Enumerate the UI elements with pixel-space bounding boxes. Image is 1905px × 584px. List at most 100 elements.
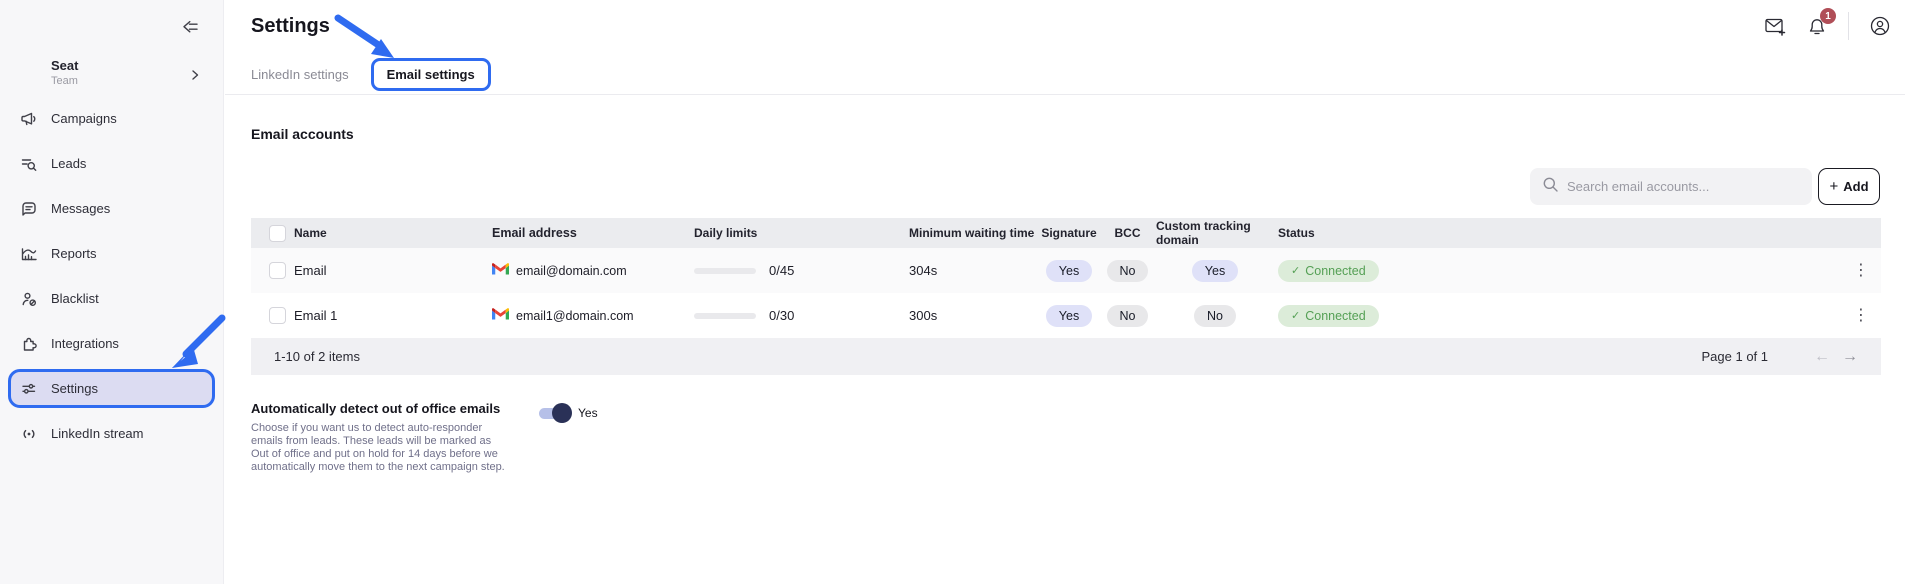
sidebar: Seat Team Campaigns Leads Messages: [0, 0, 224, 584]
workspace-switcher[interactable]: Seat Team: [51, 58, 207, 87]
sidebar-item-reports[interactable]: Reports: [0, 231, 223, 276]
daily-limit-progress-bar: [694, 268, 756, 274]
header-divider: [1848, 12, 1849, 40]
sliders-icon: [20, 380, 38, 398]
plus-icon: +: [1829, 178, 1838, 195]
profile-avatar-icon[interactable]: [1869, 15, 1891, 37]
status-badge: ✓ Connected: [1278, 260, 1379, 282]
custom-tracking-badge: Yes: [1192, 260, 1238, 282]
column-header-name: Name: [291, 218, 489, 248]
puzzle-icon: [20, 335, 38, 353]
next-page-icon[interactable]: →: [1842, 348, 1858, 366]
person-block-icon: [20, 290, 38, 308]
daily-limit-value: 0/45: [769, 263, 794, 278]
workspace-type: Team: [51, 75, 207, 87]
sidebar-item-label: Integrations: [51, 336, 119, 351]
table-header-row: Name Email address Daily limits Minimum …: [251, 218, 1881, 248]
column-header-min-waiting: Minimum waiting time: [906, 218, 1039, 248]
min-waiting-value: 304s: [906, 248, 1039, 293]
account-name: Email: [291, 248, 489, 293]
page-indicator: Page 1 of 1: [1702, 349, 1769, 364]
bcc-badge: No: [1107, 260, 1149, 282]
broadcast-icon: [20, 425, 38, 443]
tab-linkedin-settings[interactable]: LinkedIn settings: [251, 67, 349, 82]
status-label: Connected: [1305, 264, 1365, 278]
signature-badge: Yes: [1046, 260, 1092, 282]
sidebar-nav: Campaigns Leads Messages Reports Blackli…: [0, 96, 223, 456]
daily-limit-progress-bar: [694, 313, 756, 319]
pagination: Page 1 of 1 ← →: [1702, 348, 1859, 366]
row-checkbox[interactable]: [269, 262, 286, 279]
signature-badge: Yes: [1046, 305, 1092, 327]
search-email-accounts[interactable]: [1530, 168, 1812, 205]
sidebar-item-leads[interactable]: Leads: [0, 141, 223, 186]
email-account-row: Email 1 email1@domain.com 0/30 300s Yes …: [251, 293, 1881, 338]
check-icon: ✓: [1291, 264, 1300, 277]
status-label: Connected: [1305, 309, 1365, 323]
sidebar-item-blacklist[interactable]: Blacklist: [0, 276, 223, 321]
row-checkbox[interactable]: [269, 307, 286, 324]
check-icon: ✓: [1291, 309, 1300, 322]
chevron-right-icon[interactable]: [189, 68, 201, 80]
select-all-checkbox[interactable]: [269, 225, 286, 242]
bcc-badge: No: [1107, 305, 1149, 327]
table-footer: 1-10 of 2 items Page 1 of 1 ← →: [251, 338, 1881, 375]
new-email-icon[interactable]: [1764, 15, 1786, 37]
sidebar-item-label: Settings: [51, 381, 98, 396]
column-header-bcc: BCC: [1099, 218, 1156, 248]
sidebar-item-label: Messages: [51, 201, 110, 216]
sidebar-item-linkedin-stream[interactable]: LinkedIn stream: [0, 411, 223, 456]
search-icon: [1542, 176, 1559, 198]
previous-page-icon[interactable]: ←: [1814, 348, 1830, 366]
min-waiting-value: 300s: [906, 293, 1039, 338]
leads-icon: [20, 155, 38, 173]
toggle-knob[interactable]: [552, 403, 572, 423]
sidebar-item-label: Campaigns: [51, 111, 117, 126]
column-header-daily-limits: Daily limits: [686, 218, 906, 248]
tab-email-settings[interactable]: Email settings: [371, 58, 491, 91]
sidebar-item-messages[interactable]: Messages: [0, 186, 223, 231]
row-menu-kebab-icon[interactable]: ⋮: [1853, 263, 1869, 279]
collapse-sidebar-icon[interactable]: [181, 19, 199, 37]
row-menu-kebab-icon[interactable]: ⋮: [1853, 308, 1869, 324]
ooo-setting-title: Automatically detect out of office email…: [251, 401, 500, 416]
ooo-toggle[interactable]: Yes: [539, 402, 598, 424]
add-button-label: Add: [1843, 179, 1868, 194]
daily-limit-value: 0/30: [769, 308, 794, 323]
email-account-row: Email email@domain.com 0/45 304s Yes No …: [251, 248, 1881, 293]
add-email-account-button[interactable]: + Add: [1818, 168, 1880, 205]
page-title: Settings: [251, 15, 330, 38]
gmail-icon: [492, 262, 509, 279]
search-input[interactable]: [1567, 179, 1800, 194]
sidebar-item-campaigns[interactable]: Campaigns: [0, 96, 223, 141]
chart-icon: [20, 245, 38, 263]
section-title-email-accounts: Email accounts: [251, 126, 354, 142]
custom-tracking-badge: No: [1194, 305, 1236, 327]
workspace-name: Seat: [51, 58, 207, 73]
account-email: email1@domain.com: [516, 309, 634, 323]
sidebar-item-label: Leads: [51, 156, 86, 171]
column-header-signature: Signature: [1039, 218, 1099, 248]
sidebar-item-label: LinkedIn stream: [51, 426, 144, 441]
account-name: Email 1: [291, 293, 489, 338]
header-icons: 1: [1764, 12, 1891, 40]
page-header: Settings LinkedIn settings Email setting…: [225, 0, 1905, 95]
sidebar-item-label: Reports: [51, 246, 97, 261]
notification-badge: 1: [1820, 8, 1836, 24]
gmail-icon: [492, 307, 509, 324]
settings-tabs: LinkedIn settings Email settings: [251, 58, 491, 90]
status-badge: ✓ Connected: [1278, 305, 1379, 327]
column-header-custom-tracking: Custom tracking domain: [1156, 218, 1274, 248]
sidebar-item-label: Blacklist: [51, 291, 99, 306]
items-count: 1-10 of 2 items: [274, 349, 360, 364]
chat-bubble-icon: [20, 200, 38, 218]
main-content: Settings LinkedIn settings Email setting…: [225, 0, 1905, 584]
sidebar-item-settings[interactable]: Settings: [8, 369, 215, 408]
toggle-track[interactable]: [539, 408, 568, 419]
notifications-bell-icon[interactable]: 1: [1806, 15, 1828, 37]
email-accounts-table: Name Email address Daily limits Minimum …: [251, 218, 1881, 375]
sidebar-item-integrations[interactable]: Integrations: [0, 321, 223, 366]
account-email: email@domain.com: [516, 264, 627, 278]
column-header-email: Email address: [489, 218, 686, 248]
megaphone-icon: [20, 110, 38, 128]
